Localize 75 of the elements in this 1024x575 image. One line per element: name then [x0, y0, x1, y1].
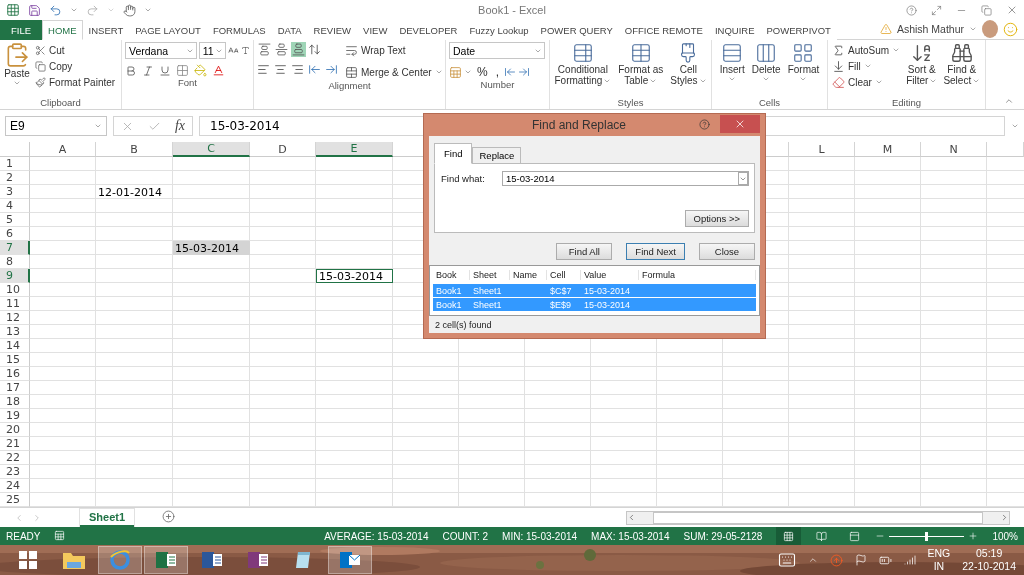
format-symbol[interactable]: %	[474, 65, 491, 79]
group-label: Cells	[758, 97, 781, 108]
group-label: Styles	[617, 97, 644, 108]
column-header[interactable]: L	[789, 142, 855, 157]
language[interactable]: ENG	[927, 547, 951, 560]
clipboard-button[interactable]: Copy	[34, 58, 117, 74]
status-stat: MIN: 15-03-2014	[502, 530, 578, 542]
clipboard-button[interactable]: Format Painter	[34, 74, 117, 90]
dialog-tab[interactable]: Find	[434, 143, 473, 164]
group-label: Clipboard	[40, 97, 81, 108]
clock-date[interactable]: 22-10-2014	[962, 560, 1016, 573]
editing-button[interactable]: Clear	[831, 74, 902, 90]
results-column-header[interactable]: Cell	[547, 270, 581, 280]
results-status: 2 cell(s) found	[434, 319, 493, 332]
sheet-cell[interactable]: 15-03-2014	[316, 269, 393, 283]
sheet-cell[interactable]: 15-03-2014	[173, 241, 250, 255]
window-title: Book1 - Excel	[478, 4, 546, 16]
number-format-field[interactable]: Date	[449, 42, 545, 59]
options-button[interactable]: Options >>	[684, 210, 749, 227]
group-label: Alignment	[328, 80, 371, 91]
merge-center-button[interactable]: Merge & Center	[344, 64, 444, 80]
ribbon-button[interactable]: Insert	[718, 42, 746, 97]
ribbon-button[interactable]: Find & Select	[942, 42, 982, 97]
editing-button[interactable]: AutoSum	[831, 42, 902, 58]
insert-function-button[interactable]: fx	[174, 118, 185, 134]
find-label: Find what:	[441, 173, 486, 184]
ribbon-tab[interactable]: HOME	[42, 20, 83, 40]
row-header[interactable]: 7	[0, 241, 30, 255]
results-column-header[interactable]: Name	[510, 270, 547, 280]
wrap-text-button[interactable]: Wrap Text	[344, 42, 444, 58]
row-header[interactable]: 9	[0, 269, 30, 283]
font-name-field[interactable]: Verdana	[125, 42, 197, 59]
user-name[interactable]: Ashish Mathur	[896, 23, 964, 35]
ribbon-button[interactable]: Sort & Filter	[905, 42, 939, 97]
sheet-cell[interactable]: 12-01-2014	[96, 185, 173, 199]
font-size-field[interactable]: 11	[198, 42, 227, 59]
editing-button[interactable]: Fill	[831, 58, 902, 74]
group-label: Number	[480, 79, 515, 90]
zoom-level[interactable]: 100%	[992, 530, 1018, 542]
find-field[interactable]: 15-03-2014	[502, 171, 749, 186]
ribbon-button[interactable]: Conditional Formatting	[553, 42, 613, 97]
column-header[interactable]: M	[855, 142, 921, 157]
format-symbol[interactable]: ,	[492, 65, 502, 79]
ribbon-button[interactable]: Delete	[750, 42, 782, 97]
column-header[interactable]: N	[921, 142, 987, 157]
ribbon-button[interactable]: Format	[786, 42, 821, 97]
region[interactable]: IN	[927, 560, 951, 573]
clock-time[interactable]: 05:19	[962, 547, 1016, 560]
group-label: Font	[178, 77, 197, 88]
column-header[interactable]: B	[96, 142, 173, 157]
ribbon-tab[interactable]: FILE	[0, 20, 43, 40]
status-stat: SUM: 29-05-2128	[683, 530, 763, 542]
name-box[interactable]: E9	[5, 116, 107, 136]
status-mode: READY	[6, 530, 41, 542]
paste-button[interactable]: Paste	[3, 42, 31, 97]
ribbon-button[interactable]: Cell Styles	[669, 42, 708, 97]
column-header[interactable]: A	[30, 142, 96, 157]
results-column-header[interactable]: Value	[581, 270, 639, 280]
status-stat: COUNT: 2	[442, 530, 489, 542]
status-stat: AVERAGE: 15-03-2014	[324, 530, 429, 542]
status-stat: MAX: 15-03-2014	[591, 530, 670, 542]
column-header[interactable]: D	[250, 142, 316, 157]
results-column-header[interactable]: Sheet	[470, 270, 510, 280]
column-header[interactable]: C	[173, 142, 250, 157]
dialog-button[interactable]: Find Next	[626, 243, 685, 260]
results-column-header[interactable]: Book	[433, 270, 470, 280]
column-header[interactable]: E	[316, 142, 393, 157]
dialog-button[interactable]: Close	[699, 243, 755, 260]
clipboard-button[interactable]: Cut	[34, 42, 117, 58]
dialog-title: Find and Replace	[530, 118, 628, 132]
dialog-button[interactable]: Find All	[556, 243, 613, 260]
group-label: Editing	[891, 97, 922, 108]
dialog-tab[interactable]: Replace	[472, 147, 522, 164]
results-column-header[interactable]: Formula	[639, 270, 756, 280]
ribbon-button[interactable]: Format as Table	[617, 42, 665, 97]
